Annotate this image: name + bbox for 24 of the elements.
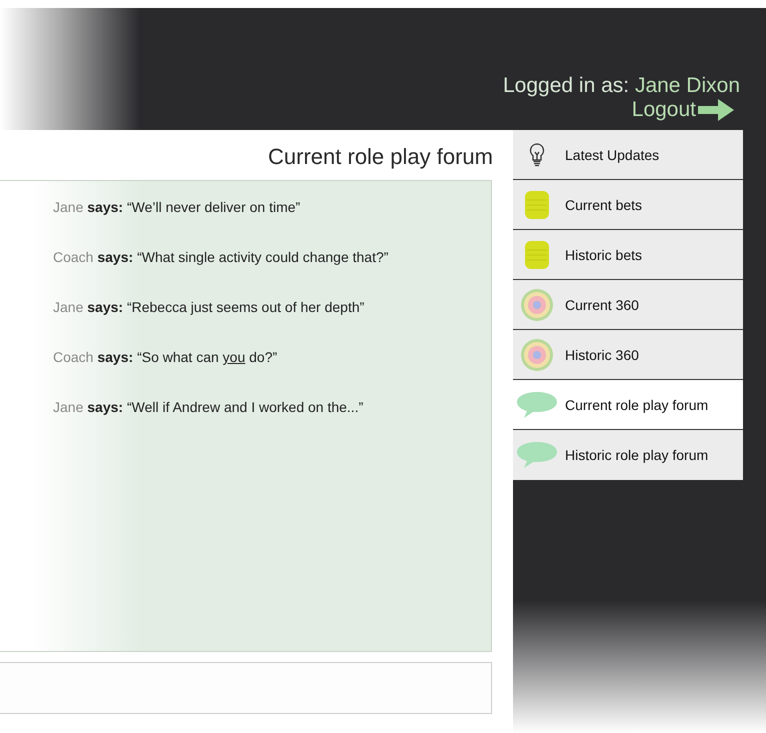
logout-link[interactable]: Logout (632, 98, 734, 122)
menu-item[interactable]: Historic bets (513, 230, 743, 280)
menu-item[interactable]: Current bets (513, 180, 743, 230)
chat-message: Jane says: “Well if Andrew and I worked on the...” (52, 398, 364, 417)
menu-item[interactable]: Latest Updates (513, 130, 743, 180)
database-icon (524, 190, 550, 220)
menu-item[interactable]: Current 360 (513, 280, 743, 330)
target-icon (520, 338, 554, 372)
database-icon (524, 240, 550, 270)
menu-item[interactable]: Historic role play forum (513, 430, 743, 480)
chat-message: Jane says: “We’ll never deliver on time” (52, 198, 302, 217)
forum-title: Current role play forum (267, 143, 494, 171)
speech-bubble-icon (516, 441, 558, 469)
arrow-right-icon (698, 99, 734, 121)
menu-item[interactable]: Current role play forum (513, 380, 743, 430)
chat-message: Jane says: “Rebecca just seems out of her depth” (52, 298, 366, 317)
message-input[interactable] (0, 662, 492, 714)
speech-bubble-icon (516, 390, 558, 418)
login-status: Logged in as: Jane Dixon (503, 74, 740, 98)
chat-message: Coach says: “So what can you do?” (52, 348, 278, 367)
target-icon (520, 288, 554, 322)
light-bulb-icon (529, 142, 545, 166)
chat-message: Coach says: “What single activity could change that?” (52, 248, 390, 267)
menu-item[interactable]: Historic 360 (513, 330, 743, 380)
